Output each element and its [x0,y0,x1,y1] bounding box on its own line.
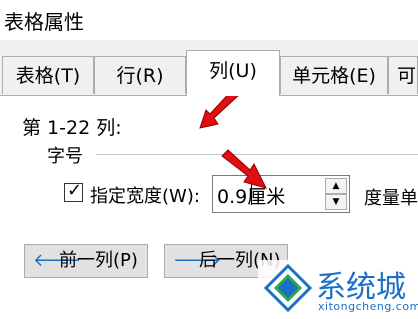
tab-strip: 表格(T) 行(R) 列(U) 单元格(E) 可 [0,40,418,96]
watermark-url: xitongcheng.com [318,300,418,313]
dialog-title: 表格属性 [4,10,84,34]
tab-cell[interactable]: 单元格(E) [280,56,388,94]
specify-width-label: 指定宽度(W): [90,186,200,207]
tab-column[interactable]: 列(U) [186,50,280,96]
measure-unit-label: 度量单 [364,188,418,209]
tab-optional[interactable]: 可 [388,56,418,94]
triangle-down-icon: ▼ [332,197,340,207]
watermark-logo: 系统城 xitongcheng.com [258,260,418,318]
column-range-label: 第 1-22 列: [22,117,122,139]
spin-up-button[interactable]: ▲ [325,178,347,194]
previous-column-button[interactable]: 🡐 前一列(P) [24,244,148,278]
triangle-up-icon: ▲ [332,181,340,191]
diamond-logo-icon [264,264,312,312]
checkmark-icon: ✓ [67,180,83,201]
specify-width-checkbox[interactable]: ✓ [64,180,83,202]
spin-down-button[interactable]: ▼ [325,194,347,210]
size-group-label: 字号 [47,146,83,167]
previous-column-label: 前一列(P) [59,250,138,271]
title-bar: 表格属性 [0,0,418,40]
annotation-arrow-field [221,149,267,189]
tab-row[interactable]: 行(R) [94,56,186,94]
tab-table[interactable]: 表格(T) [2,56,94,94]
